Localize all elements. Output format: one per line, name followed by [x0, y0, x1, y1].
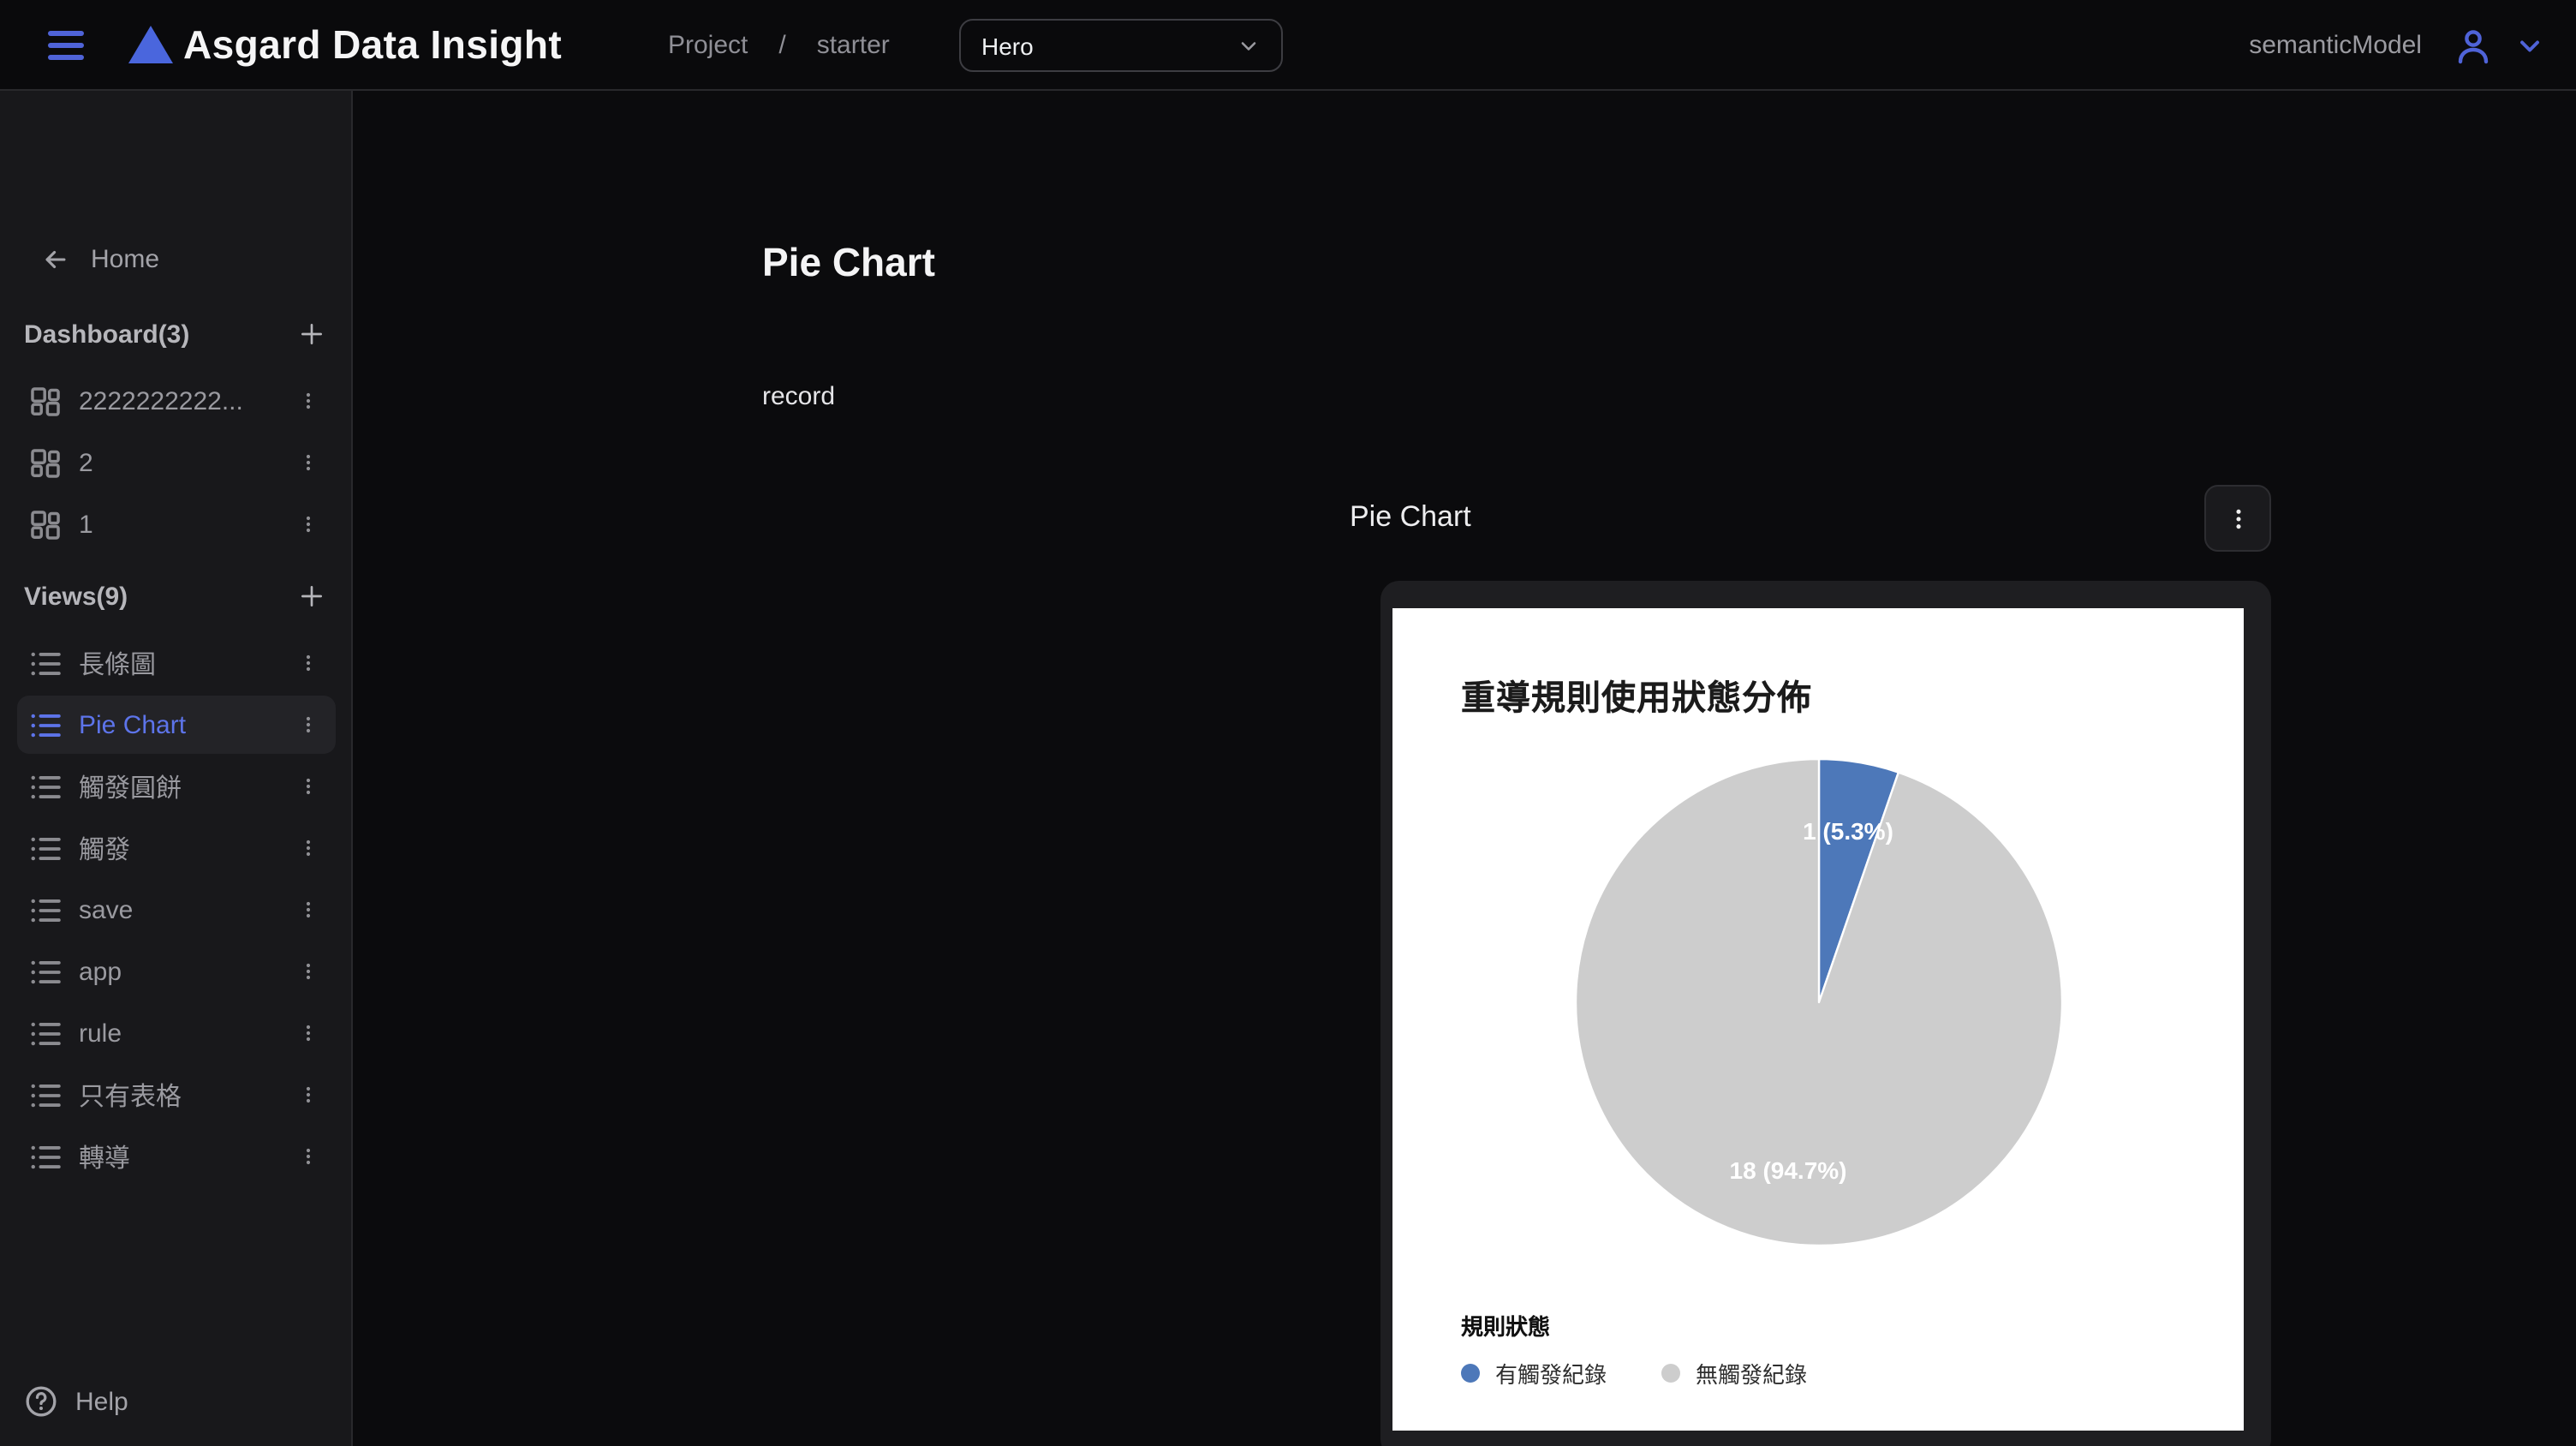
sidebar-dashboard-item[interactable]: 1 — [17, 495, 336, 553]
help-icon — [24, 1384, 58, 1419]
breadcrumb-separator: / — [778, 31, 785, 60]
legend-dot-gray — [1661, 1364, 1680, 1383]
item-kebab-menu-icon[interactable] — [295, 1139, 322, 1174]
sidebar: Home Dashboard(3) 2222222222... 2 1 Views(… — [0, 91, 353, 1446]
dashboard-grid-icon — [27, 445, 62, 480]
sidebar-view-item[interactable]: 觸發圓餅 — [17, 757, 336, 816]
top-header: Asgard Data Insight Project / starter He… — [0, 0, 2576, 91]
dashboard-section-title: Dashboard(3) — [24, 320, 189, 349]
sidebar-view-item-label: 觸發 — [79, 830, 295, 866]
sidebar-view-item-label: 觸發圓餅 — [79, 768, 295, 804]
list-view-icon — [27, 646, 62, 680]
sidebar-dashboard-item-label: 2222222222... — [79, 386, 295, 415]
user-menu-chevron-icon[interactable] — [2514, 30, 2545, 61]
dataset-select[interactable]: Hero — [959, 19, 1283, 72]
chart-card: 重導規則使用狀態分佈 1 (5.3%) 18 (94.7%) 規則狀態 有觸發紀… — [1380, 581, 2271, 1446]
chart-section-title: Pie Chart — [1350, 500, 1471, 535]
item-kebab-menu-icon[interactable] — [295, 893, 322, 927]
legend-title: 規則狀態 — [1461, 1309, 1550, 1341]
sidebar-view-item-label: Pie Chart — [79, 710, 295, 739]
item-kebab-menu-icon[interactable] — [295, 831, 322, 865]
list-view-icon — [27, 954, 62, 989]
main-content: Pie Chart Add to Dashboard record Pie Ch… — [353, 91, 2576, 1446]
pie-slice-label-blue: 1 (5.3%) — [1803, 817, 1893, 845]
sidebar-view-item[interactable]: Pie Chart — [17, 696, 336, 754]
sidebar-home-label: Home — [91, 245, 159, 274]
sidebar-view-item-label: 轉導 — [79, 1138, 295, 1174]
list-view-icon — [27, 769, 62, 804]
sidebar-view-item-label: 只有表格 — [79, 1077, 295, 1113]
sidebar-view-item-label: 長條圖 — [79, 645, 295, 681]
sidebar-view-item[interactable]: 只有表格 — [17, 1066, 336, 1124]
dashboard-list: 2222222222... 2 1 — [17, 372, 336, 553]
item-kebab-menu-icon[interactable] — [295, 954, 322, 989]
sidebar-view-item[interactable]: 長條圖 — [17, 634, 336, 692]
legend-label-blue[interactable]: 有觸發紀錄 — [1495, 1357, 1607, 1389]
dashboard-grid-icon — [27, 507, 62, 541]
sidebar-dashboard-item[interactable]: 2 — [17, 433, 336, 492]
sidebar-view-item[interactable]: 轉導 — [17, 1127, 336, 1186]
item-kebab-menu-icon[interactable] — [295, 708, 322, 742]
sidebar-dashboard-item-label: 1 — [79, 510, 295, 539]
item-kebab-menu-icon[interactable] — [295, 646, 322, 680]
back-arrow-icon — [41, 245, 70, 274]
chart-title: 重導規則使用狀態分佈 — [1461, 670, 1812, 720]
views-list: 長條圖 Pie Chart 觸發圓餅觸發 save app rule 只有表格轉導 — [17, 634, 336, 1186]
sidebar-view-item[interactable]: app — [17, 942, 336, 1001]
list-view-icon — [27, 893, 62, 927]
breadcrumb-page[interactable]: starter — [817, 31, 890, 60]
chart-legend: 有觸發紀錄 無觸發紀錄 — [1461, 1357, 1807, 1389]
sidebar-view-item-label: save — [79, 895, 295, 924]
sidebar-view-item-label: app — [79, 957, 295, 986]
legend-label-gray[interactable]: 無觸發紀錄 — [1696, 1357, 1807, 1389]
dataset-select-value: Hero — [981, 32, 1237, 59]
sidebar-view-item[interactable]: rule — [17, 1004, 336, 1062]
app-window: Asgard Data Insight Project / starter He… — [0, 0, 2576, 1446]
page-title: Pie Chart — [762, 240, 935, 286]
chart-canvas: 重導規則使用狀態分佈 1 (5.3%) 18 (94.7%) 規則狀態 有觸發紀… — [1392, 608, 2244, 1431]
list-view-icon — [27, 708, 62, 742]
sidebar-dashboard-item-label: 2 — [79, 448, 295, 477]
item-kebab-menu-icon[interactable] — [295, 1016, 322, 1050]
add-view-icon[interactable] — [296, 581, 327, 612]
list-view-icon — [27, 1139, 62, 1174]
help-button[interactable]: Help — [24, 1384, 128, 1419]
chevron-down-icon — [1237, 33, 1261, 57]
record-label: record — [762, 382, 835, 411]
pie-slice-label-gray: 18 (94.7%) — [1730, 1156, 1847, 1184]
header-right-group: semanticModel — [2249, 0, 2545, 91]
sidebar-view-item[interactable]: save — [17, 881, 336, 939]
sidebar-dashboard-item[interactable]: 2222222222... — [17, 372, 336, 430]
sidebar-view-item[interactable]: 觸發 — [17, 819, 336, 877]
list-view-icon — [27, 1078, 62, 1112]
views-section-title: Views(9) — [24, 582, 128, 611]
semantic-model-label: semanticModel — [2249, 31, 2422, 60]
breadcrumb: Project / starter — [668, 0, 890, 91]
add-dashboard-icon[interactable] — [296, 319, 327, 350]
views-section-header: Views(9) — [24, 576, 327, 617]
dashboard-grid-icon — [27, 384, 62, 418]
item-kebab-menu-icon[interactable] — [295, 1078, 322, 1112]
list-view-icon — [27, 1016, 62, 1050]
user-icon[interactable] — [2453, 25, 2494, 66]
hamburger-menu-icon[interactable] — [48, 27, 84, 62]
help-label: Help — [75, 1387, 128, 1416]
app-title: Asgard Data Insight — [183, 0, 562, 91]
breadcrumb-project[interactable]: Project — [668, 31, 748, 60]
item-kebab-menu-icon[interactable] — [295, 769, 322, 804]
item-kebab-menu-icon[interactable] — [295, 507, 322, 541]
list-view-icon — [27, 831, 62, 865]
item-kebab-menu-icon[interactable] — [295, 445, 322, 480]
app-logo-triangle-icon — [128, 26, 173, 63]
chart-options-button[interactable] — [2204, 485, 2271, 552]
sidebar-view-item-label: rule — [79, 1019, 295, 1048]
dashboard-section-header: Dashboard(3) — [24, 314, 327, 355]
sidebar-home-button[interactable]: Home — [41, 245, 159, 274]
item-kebab-menu-icon[interactable] — [295, 384, 322, 418]
legend-dot-blue — [1461, 1364, 1480, 1383]
